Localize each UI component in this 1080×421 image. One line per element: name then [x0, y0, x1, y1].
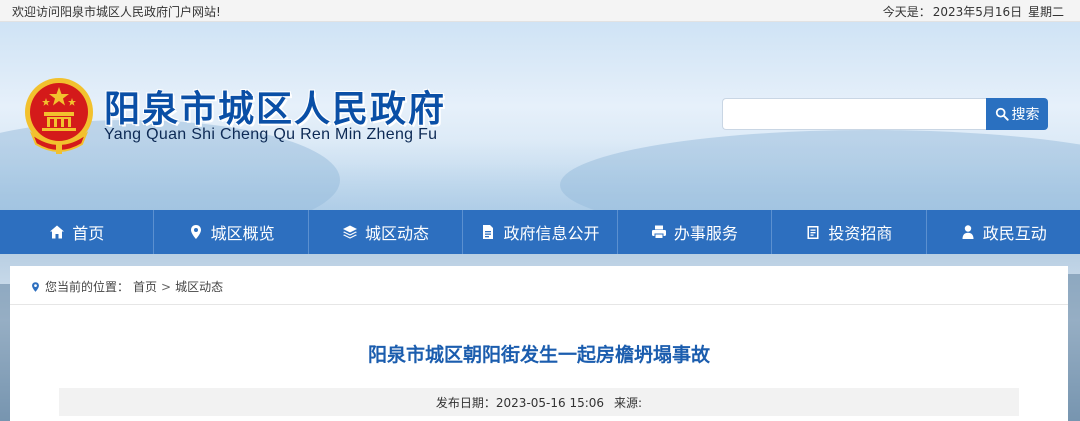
nav-item-home[interactable]: 首页 [0, 210, 155, 254]
breadcrumb-link-district-news[interactable]: 城区动态 [175, 278, 223, 295]
breadcrumb-link-home[interactable]: 首页 [133, 278, 157, 295]
nav-item-gov-info[interactable]: 政府信息公开 [463, 210, 618, 254]
location-pin-icon [190, 225, 201, 239]
publish-date: 2023-05-16 15:06 [495, 395, 605, 410]
location-pin-icon [32, 281, 39, 292]
national-emblem-icon[interactable] [20, 74, 98, 158]
site-title: 阳泉市城区人民政府 [104, 88, 447, 130]
nav-item-label: 首页 [72, 224, 105, 243]
nav-item-services[interactable]: 办事服务 [618, 210, 773, 254]
breadcrumb: 您当前的位置： 首页 > 城区动态 [30, 278, 223, 295]
nav-item-district-news[interactable]: 城区动态 [309, 210, 464, 254]
article-title: 阳泉市城区朝阳街发生一起房檐坍塌事故 [367, 344, 710, 366]
site-subtitle-pinyin: Yang Quan Shi Cheng Qu Ren Min Zheng Fu [104, 126, 438, 143]
article-panel: 您当前的位置： 首页 > 城区动态 阳泉市城区朝阳街发生一起房檐坍塌事故 发布日… [10, 266, 1068, 421]
nav-item-label: 办事服务 [673, 224, 738, 243]
decor-building [1068, 274, 1080, 421]
breadcrumb-separator: > [161, 279, 172, 294]
source-label: 来源: [614, 395, 643, 410]
current-date: 2023年5月16日 [932, 5, 1023, 19]
nav-item-investment[interactable]: 投资招商 [772, 210, 927, 254]
decor-building [0, 284, 10, 421]
clipboard-icon [807, 226, 819, 239]
search-box: 搜索 [722, 98, 1048, 130]
nav-item-label: 投资招商 [828, 224, 893, 243]
user-icon [962, 225, 974, 239]
layers-icon [343, 225, 358, 239]
nav-item-public-interaction[interactable]: 政民互动 [927, 210, 1080, 254]
search-button-label: 搜索 [1011, 107, 1040, 123]
article-meta: 发布日期：2023-05-16 15:06 来源: [59, 388, 1019, 416]
current-weekday: 星期二 [1027, 5, 1064, 19]
nav-item-label: 城区动态 [365, 224, 430, 243]
search-icon [995, 107, 1009, 121]
breadcrumb-prefix: 您当前的位置： [45, 280, 130, 294]
printer-icon [651, 225, 666, 239]
header-background [0, 140, 1080, 210]
divider [10, 304, 1068, 305]
welcome-text: 欢迎访问阳泉市城区人民政府门户网站! [12, 5, 221, 19]
date-display: 今天是： 2023年5月16日 星期二 [881, 3, 1064, 20]
document-icon [483, 225, 494, 239]
search-input[interactable] [722, 98, 986, 130]
date-prefix: 今天是： [882, 5, 931, 19]
home-icon [50, 225, 65, 239]
nav-item-district-overview[interactable]: 城区概览 [154, 210, 309, 254]
search-button[interactable]: 搜索 [986, 98, 1048, 130]
top-bar: 欢迎访问阳泉市城区人民政府门户网站! 今天是： 2023年5月16日 星期二 [0, 0, 1080, 22]
publish-date-label: 发布日期： [435, 395, 496, 410]
nav-item-label: 城区概览 [210, 224, 275, 243]
nav-item-label: 政府信息公开 [503, 224, 600, 243]
site-header: 阳泉市城区人民政府 Yang Quan Shi Cheng Qu Ren Min… [0, 22, 1080, 210]
nav-item-label: 政民互动 [982, 224, 1047, 243]
main-nav: 首页 城区概览 城区动态 政府信息公开 办事服务 投资招商 政民互动 [0, 210, 1080, 254]
